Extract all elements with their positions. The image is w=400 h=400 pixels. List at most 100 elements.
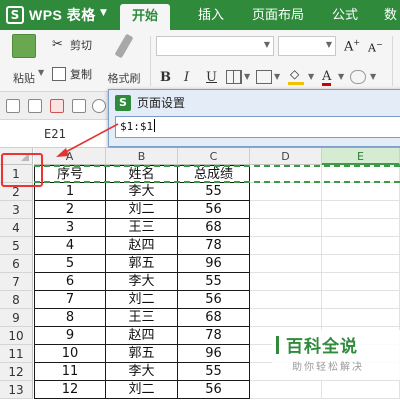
table-cell[interactable]: 5 [34,255,106,273]
table-cell[interactable]: 68 [178,219,250,237]
dialog-title-bar[interactable]: S 页面设置 [115,94,185,111]
tab-formulas[interactable]: 公式 [320,0,370,30]
table-header-cell[interactable] [250,165,322,183]
title-rows-input[interactable]: $1:$1 [115,116,400,138]
table-cell[interactable]: 8 [34,309,106,327]
column-header-e[interactable]: E [322,148,400,165]
table-cell[interactable]: 李大 [106,183,178,201]
table-cell[interactable]: 11 [34,363,106,381]
table-cell[interactable]: 56 [178,201,250,219]
table-header-cell[interactable]: 姓名 [106,165,178,183]
row-header[interactable]: 11 [0,345,33,363]
table-cell[interactable] [250,273,322,291]
table-cell[interactable]: 78 [178,237,250,255]
table-cell[interactable]: 96 [178,255,250,273]
tab-insert[interactable]: 插入 [186,0,236,30]
table-header-cell[interactable]: 序号 [34,165,106,183]
new-file-icon[interactable] [6,99,20,113]
table-header-cell[interactable]: 总成绩 [178,165,250,183]
font-size-combo[interactable]: ▼ [278,36,336,56]
column-header-b[interactable]: B [106,148,178,165]
table-header-cell[interactable] [322,165,400,183]
table-cell[interactable]: 78 [178,327,250,345]
app-menu-button[interactable]: S WPS 表格 ▼ [0,0,116,30]
table-cell[interactable] [322,381,400,399]
table-cell[interactable] [250,183,322,201]
table-cell[interactable]: 10 [34,345,106,363]
table-cell[interactable] [322,309,400,327]
font-name-combo[interactable]: ▼ [156,36,274,56]
table-cell[interactable] [250,237,322,255]
table-cell[interactable] [322,219,400,237]
copy-button[interactable]: 复制 [52,66,92,82]
table-cell[interactable]: 7 [34,291,106,309]
table-cell[interactable]: 6 [34,273,106,291]
table-cell[interactable] [322,183,400,201]
table-cell[interactable]: 55 [178,183,250,201]
paste-button[interactable]: 粘贴 [4,34,44,86]
chevron-down-icon[interactable]: ▼ [274,72,280,81]
font-color-icon[interactable]: A [322,70,332,86]
table-cell[interactable]: 96 [178,345,250,363]
tab-home[interactable]: 开始 [120,4,171,30]
table-cell[interactable] [250,291,322,309]
row-header[interactable]: 2 [0,183,33,201]
table-cell[interactable]: 56 [178,381,250,399]
fill-color-icon[interactable]: ◇ [288,67,304,85]
column-header-c[interactable]: C [178,148,250,165]
export-pdf-icon[interactable] [50,99,64,113]
row-header[interactable]: 7 [0,273,33,291]
print-icon[interactable] [72,99,86,113]
table-cell[interactable]: 2 [34,201,106,219]
table-cell[interactable]: 赵四 [106,237,178,255]
tab-page-layout[interactable]: 页面布局 [240,0,316,30]
save-icon[interactable] [28,99,42,113]
table-cell[interactable]: 55 [178,273,250,291]
column-header-a[interactable]: A [34,148,106,165]
table-cell[interactable]: 郭五 [106,255,178,273]
table-cell[interactable]: 4 [34,237,106,255]
select-all-corner[interactable] [0,148,33,165]
table-cell[interactable]: 王三 [106,309,178,327]
row-header[interactable]: 6 [0,255,33,273]
row-header[interactable]: 5 [0,237,33,255]
chevron-down-icon[interactable]: ▼ [244,72,250,81]
increase-font-button[interactable]: A+ [344,38,360,54]
table-cell[interactable]: 刘二 [106,291,178,309]
column-header-d[interactable]: D [250,148,322,165]
table-cell[interactable] [322,201,400,219]
table-cell[interactable]: 3 [34,219,106,237]
row-header[interactable]: 4 [0,219,33,237]
table-cell[interactable]: 李大 [106,273,178,291]
table-cell[interactable]: 赵四 [106,327,178,345]
table-cell[interactable]: 9 [34,327,106,345]
chevron-down-icon[interactable]: ▼ [370,72,376,81]
chevron-down-icon[interactable]: ▼ [308,72,314,81]
row-header[interactable]: 10 [0,327,33,345]
row-header[interactable]: 9 [0,309,33,327]
table-cell[interactable]: 68 [178,309,250,327]
merge-cells-icon[interactable] [256,70,272,84]
row-header[interactable]: 3 [0,201,33,219]
name-box[interactable]: E21 [0,122,110,146]
format-painter-button[interactable]: 格式刷 [102,33,146,86]
table-cell[interactable]: 12 [34,381,106,399]
table-cell[interactable]: 刘二 [106,201,178,219]
decrease-font-button[interactable]: A− [368,40,383,55]
row-header[interactable]: 13 [0,381,33,399]
table-cell[interactable]: 刘二 [106,381,178,399]
row-header[interactable]: 1 [0,165,33,183]
table-cell[interactable] [322,255,400,273]
table-cell[interactable] [322,273,400,291]
tab-data[interactable]: 数 [372,0,400,30]
table-cell[interactable]: 56 [178,291,250,309]
cut-button[interactable]: ✂ 剪切 [52,37,92,53]
italic-button[interactable]: I [184,70,189,85]
table-cell[interactable] [250,309,322,327]
table-cell[interactable] [250,255,322,273]
table-cell[interactable]: 李大 [106,363,178,381]
underline-button[interactable]: U [206,70,217,85]
print-preview-icon[interactable] [92,99,106,113]
chevron-down-icon[interactable]: ▼ [338,72,344,81]
table-cell[interactable]: 55 [178,363,250,381]
